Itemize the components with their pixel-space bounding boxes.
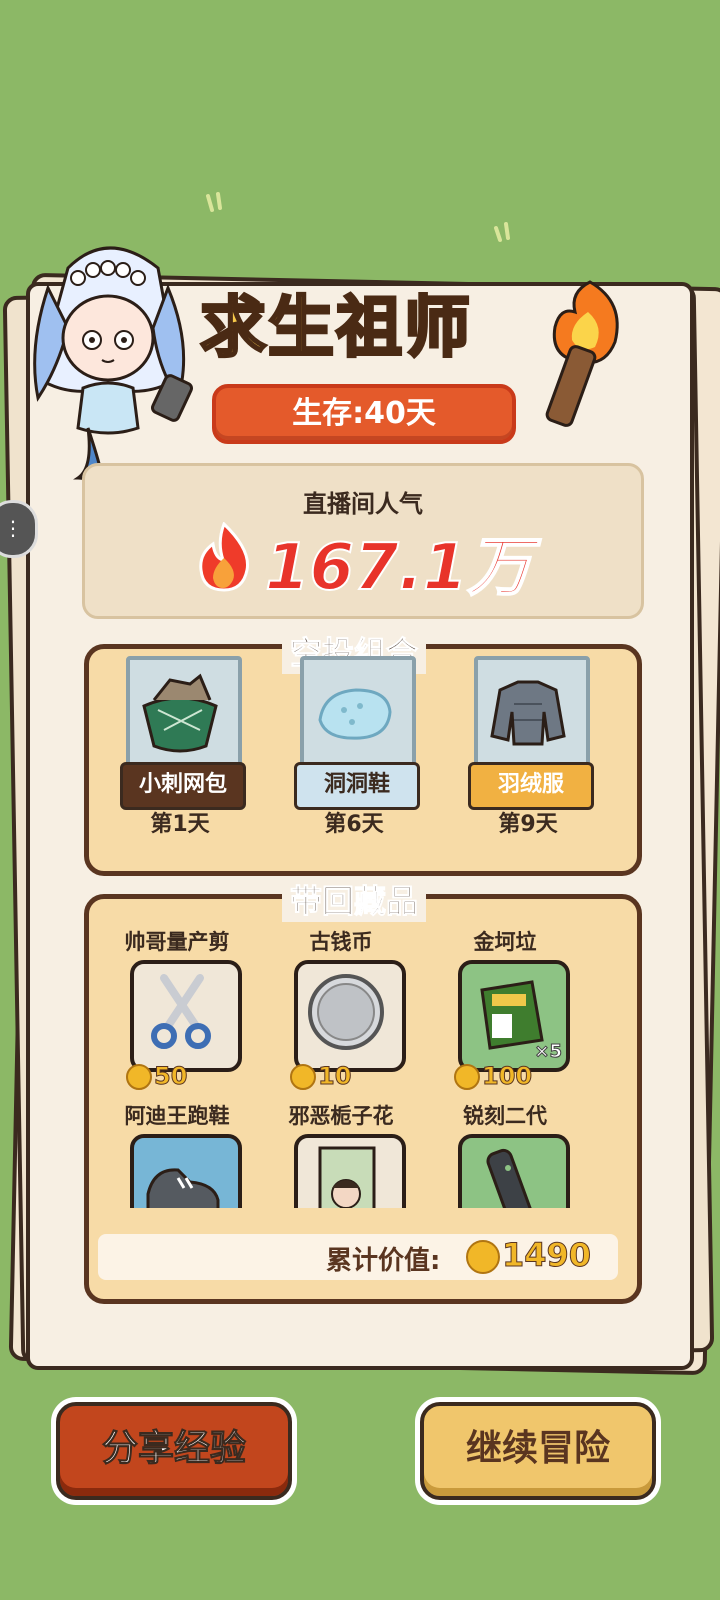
collectibles-section-title: 带回藏品 bbox=[282, 876, 427, 922]
price-value: 10 bbox=[317, 1062, 352, 1091]
popularity-label: 直播间人气 bbox=[303, 490, 423, 518]
collectible-item[interactable]: 邪恶栀子花 ×3 bbox=[266, 1100, 416, 1208]
book-icon bbox=[318, 1146, 376, 1208]
collectible-item[interactable]: 金坷垃 ×5 100 bbox=[430, 926, 580, 1096]
collectible-price: 100 bbox=[454, 1062, 533, 1091]
vape-icon bbox=[486, 1148, 534, 1208]
collectible-qty: ×5 bbox=[534, 1041, 563, 1063]
old-coin-icon bbox=[308, 974, 384, 1050]
collectible-name: 阿迪王跑鞋 bbox=[124, 1104, 230, 1128]
airdrop-item-day: 第1天 bbox=[150, 812, 210, 837]
collectible-name: 锐刻二代 bbox=[463, 1104, 547, 1128]
coin-icon bbox=[126, 1064, 152, 1090]
airdrop-item-name: 小刺网包 bbox=[120, 762, 246, 810]
collectible-item[interactable]: 阿迪王跑鞋 ×5 bbox=[102, 1100, 252, 1208]
share-experience-button[interactable]: 分享经验 bbox=[56, 1402, 292, 1500]
airdrop-item-name: 洞洞鞋 bbox=[294, 762, 420, 810]
popularity-panel: 直播间人气 167.1万 bbox=[82, 463, 644, 619]
collectibles-grid[interactable]: 帅哥量产剪 50 古钱币 10 金坷垃 ×5 100 阿迪王跑鞋 邪恶栀子花 锐… bbox=[98, 918, 618, 1208]
collectible-price: 10 bbox=[290, 1062, 352, 1091]
item-frame: ×5 bbox=[130, 1134, 242, 1208]
floating-side-button[interactable]: ⋮ bbox=[0, 500, 38, 558]
net-bag-icon bbox=[142, 673, 218, 753]
item-frame bbox=[474, 656, 590, 772]
total-value: 1490 bbox=[501, 1236, 592, 1275]
collectible-name: 邪恶栀子花 bbox=[288, 1104, 394, 1128]
scissors-icon bbox=[151, 974, 211, 1049]
price-value: 100 bbox=[481, 1062, 533, 1091]
item-frame bbox=[300, 656, 416, 772]
price-value: 50 bbox=[153, 1062, 188, 1091]
page-title: 求生祖师 bbox=[199, 288, 472, 368]
collectible-name: 金坷垃 bbox=[473, 930, 537, 954]
clog-shoe-icon bbox=[318, 688, 392, 740]
airdrop-item-name: 羽绒服 bbox=[468, 762, 594, 810]
down-jacket-icon bbox=[490, 680, 566, 746]
torch-icon bbox=[545, 280, 619, 427]
fire-icon bbox=[199, 522, 250, 592]
airdrop-item[interactable]: 羽绒服 第9天 bbox=[468, 656, 594, 837]
coin-icon bbox=[466, 1240, 500, 1274]
sneaker-icon bbox=[146, 1168, 220, 1208]
item-frame bbox=[458, 1134, 570, 1208]
collectible-name: 古钱币 bbox=[309, 930, 373, 954]
airdrop-item-day: 第6天 bbox=[324, 812, 384, 837]
item-frame bbox=[294, 960, 406, 1072]
coin-icon bbox=[454, 1064, 480, 1090]
continue-adventure-button[interactable]: 继续冒险 bbox=[420, 1402, 656, 1500]
coin-icon bbox=[290, 1064, 316, 1090]
collectible-item[interactable]: 锐刻二代 bbox=[430, 1100, 580, 1208]
collectible-name: 帅哥量产剪 bbox=[124, 930, 230, 954]
survival-days-badge: 生存:40天 bbox=[212, 384, 516, 444]
collectible-price: 50 bbox=[126, 1062, 188, 1091]
total-value-bar: 累计价值: 1490 bbox=[98, 1234, 618, 1280]
item-frame: ×5 bbox=[458, 960, 570, 1072]
airdrop-item-day: 第9天 bbox=[498, 812, 558, 837]
total-value-label: 累计价值: bbox=[326, 1246, 441, 1276]
airdrop-item[interactable]: 小刺网包 第1天 bbox=[120, 656, 246, 837]
collectible-item[interactable]: 帅哥量产剪 50 bbox=[102, 926, 252, 1096]
popularity-value: 167.1万 bbox=[264, 530, 532, 606]
item-frame bbox=[130, 960, 242, 1072]
item-frame bbox=[126, 656, 242, 772]
airdrop-item[interactable]: 洞洞鞋 第6天 bbox=[294, 656, 420, 837]
mermaid-mascot-icon bbox=[33, 246, 193, 496]
sparkle-decoration bbox=[206, 192, 510, 242]
collectible-item[interactable]: 古钱币 10 bbox=[266, 926, 416, 1096]
item-frame: ×3 bbox=[294, 1134, 406, 1208]
